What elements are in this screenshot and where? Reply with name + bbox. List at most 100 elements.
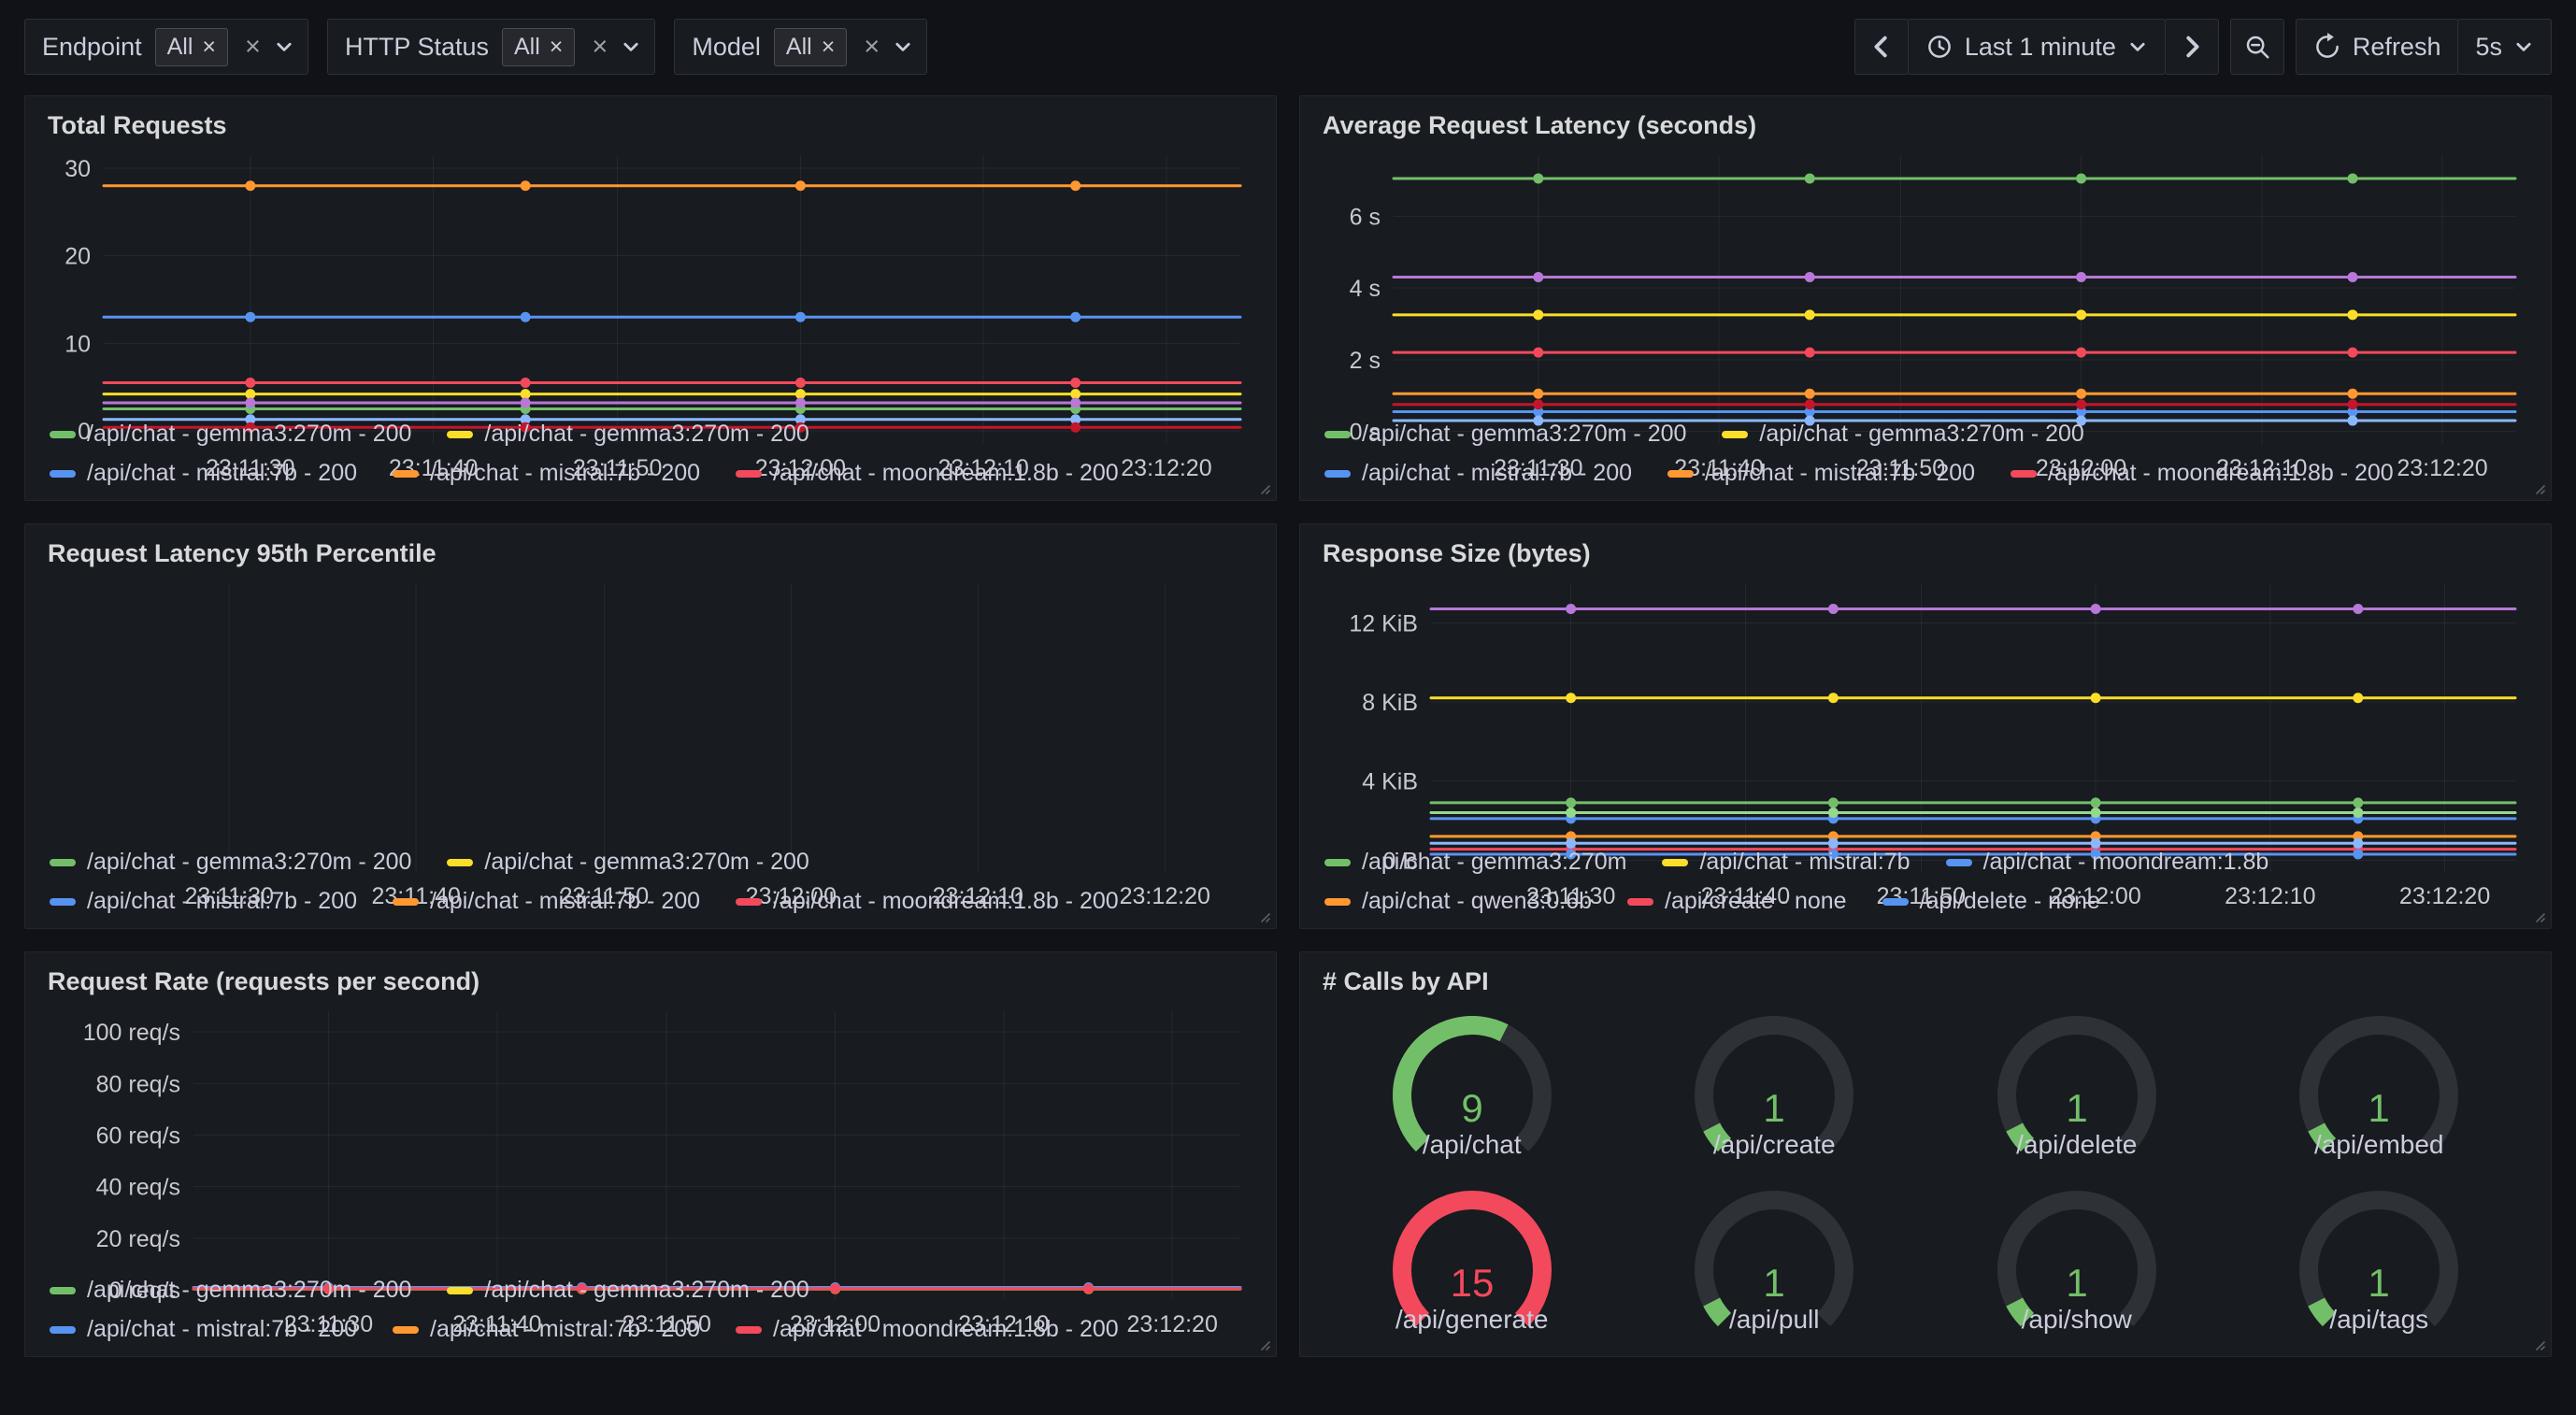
remove-filter-value-icon[interactable]: × xyxy=(822,34,836,61)
legend-item[interactable]: /api/chat - moondream:1.8b xyxy=(1946,849,2269,876)
gauge-grid: 9/api/chat1/api/create1/api/delete1/api/… xyxy=(1321,1000,2530,1349)
filter-endpoint[interactable]: Endpoint All × × xyxy=(24,19,308,75)
svg-text:60 req/s: 60 req/s xyxy=(96,1122,180,1149)
gauge-value: 15 xyxy=(1450,1261,1494,1305)
gauge-apitags: 1/api/tags xyxy=(2290,1189,2468,1335)
legend-item[interactable]: /api/chat - mistral:7b - 200 xyxy=(393,1316,700,1343)
panel-resize-handle[interactable] xyxy=(2531,908,2546,923)
chevron-right-icon xyxy=(2178,33,2206,61)
legend-item[interactable]: /api/chat - moondream:1.8b - 200 xyxy=(736,1316,1119,1343)
average-latency-chart[interactable]: 0 s2 s4 s6 s23:11:3023:11:4023:11:5023:1… xyxy=(1321,144,2530,407)
gauge-apigenerate: 15/api/generate xyxy=(1383,1189,1561,1335)
legend-item[interactable]: /api/chat - mistral:7b - 200 xyxy=(50,888,357,915)
chevron-down-icon[interactable] xyxy=(893,36,913,57)
chevron-down-icon[interactable] xyxy=(621,36,641,57)
legend-item[interactable]: /api/chat - moondream:1.8b - 200 xyxy=(736,460,1119,487)
legend-label: /api/chat - moondream:1.8b - 200 xyxy=(773,460,1119,487)
panel-total-requests: Total Requests 010203023:11:3023:11:4023… xyxy=(24,95,1277,501)
chevron-down-icon xyxy=(2127,36,2148,57)
clear-filter-icon[interactable]: × xyxy=(592,32,608,63)
panel-title[interactable]: Request Rate (requests per second) xyxy=(46,962,1255,1000)
legend-swatch-icon xyxy=(1722,431,1748,438)
total-requests-chart[interactable]: 010203023:11:3023:11:4023:11:5023:12:002… xyxy=(46,144,1255,407)
legend-item[interactable]: /api/chat - mistral:7b - 200 xyxy=(50,1316,357,1343)
legend-item[interactable]: /api/create - none xyxy=(1627,888,1847,915)
legend-item[interactable]: /api/chat - qwen3:0.6b xyxy=(1324,888,1592,915)
legend-item[interactable]: /api/chat - mistral:7b xyxy=(1662,849,1910,876)
filter-http-status[interactable]: HTTP Status All × × xyxy=(327,19,655,75)
gauge-apichat: 9/api/chat xyxy=(1383,1014,1561,1160)
filter-value-pill[interactable]: All × xyxy=(155,28,228,66)
legend-label: /api/chat - mistral:7b - 200 xyxy=(87,1316,357,1343)
legend-item[interactable]: /api/chat - gemma3:270m - 200 xyxy=(50,849,411,876)
panel-resize-handle[interactable] xyxy=(1256,480,1271,495)
legend-label: /api/chat - mistral:7b - 200 xyxy=(1705,460,1975,487)
gauge-label: /api/embed xyxy=(2314,1130,2444,1160)
time-shift-forward-button[interactable] xyxy=(2165,19,2219,75)
legend-item[interactable]: /api/chat - gemma3:270m - 200 xyxy=(1324,421,1686,448)
filter-model[interactable]: Model All × × xyxy=(674,19,927,75)
legend-item[interactable]: /api/chat - mistral:7b - 200 xyxy=(1324,460,1632,487)
legend-item[interactable]: /api/chat - gemma3:270m - 200 xyxy=(447,1277,809,1304)
legend-item[interactable]: /api/chat - gemma3:270m - 200 xyxy=(50,1277,411,1304)
panel-title[interactable]: Request Latency 95th Percentile xyxy=(46,534,1255,572)
refresh-interval-label: 5s xyxy=(2475,33,2502,62)
data-point xyxy=(1566,797,1576,808)
panel-title[interactable]: Average Request Latency (seconds) xyxy=(1321,106,2530,144)
gauge-label: /api/chat xyxy=(1423,1130,1522,1160)
clear-filter-icon[interactable]: × xyxy=(864,32,880,63)
legend-item[interactable]: /api/chat - gemma3:270m xyxy=(1324,849,1626,876)
grid-lines xyxy=(193,1011,1240,1300)
legend-swatch-icon xyxy=(2011,470,2037,478)
legend-label: /api/chat - moondream:1.8b xyxy=(1983,849,2269,876)
remove-filter-value-icon[interactable]: × xyxy=(550,34,564,61)
legend-item[interactable]: /api/chat - moondream:1.8b - 200 xyxy=(736,888,1119,915)
legend-item[interactable]: /api/chat - gemma3:270m - 200 xyxy=(447,421,809,448)
legend-item[interactable]: /api/chat - moondream:1.8b - 200 xyxy=(2011,460,2394,487)
chart-legend: /api/chat - gemma3:270m - 200/api/chat -… xyxy=(46,1263,1255,1349)
legend-swatch-icon xyxy=(447,431,473,438)
panel-title[interactable]: # Calls by API xyxy=(1321,962,2530,1000)
panel-title[interactable]: Total Requests xyxy=(46,106,1255,144)
legend-item[interactable]: /api/chat - gemma3:270m - 200 xyxy=(447,849,809,876)
legend-swatch-icon xyxy=(736,470,762,478)
data-point xyxy=(245,389,255,399)
panel-title[interactable]: Response Size (bytes) xyxy=(1321,534,2530,572)
legend-item[interactable]: /api/chat - mistral:7b - 200 xyxy=(393,460,700,487)
legend-swatch-icon xyxy=(1324,898,1351,906)
request-rate-chart[interactable]: 0 req/s20 req/s40 req/s60 req/s80 req/s1… xyxy=(46,1000,1255,1263)
series-lines xyxy=(1394,173,2515,425)
clear-filter-icon[interactable]: × xyxy=(245,32,261,63)
refresh-button[interactable]: Refresh xyxy=(2296,19,2459,75)
legend-swatch-icon xyxy=(50,898,76,906)
refresh-interval-button[interactable]: 5s xyxy=(2457,19,2552,75)
legend-item[interactable]: /api/chat - mistral:7b - 200 xyxy=(50,460,357,487)
filter-value-pill[interactable]: All × xyxy=(774,28,847,66)
response-size-chart[interactable]: 0 B4 KiB8 KiB12 KiB23:11:3023:11:4023:11… xyxy=(1321,572,2530,835)
legend-item[interactable]: /api/chat - mistral:7b - 200 xyxy=(1667,460,1975,487)
panel-resize-handle[interactable] xyxy=(1256,908,1271,923)
legend-item[interactable]: /api/chat - gemma3:270m - 200 xyxy=(50,421,411,448)
refresh-group: Refresh 5s xyxy=(2296,19,2552,75)
svg-text:6 s: 6 s xyxy=(1350,204,1381,230)
legend-item[interactable]: /api/chat - gemma3:270m - 200 xyxy=(1722,421,2083,448)
data-point xyxy=(2076,389,2086,399)
gauge-value: 1 xyxy=(2066,1086,2087,1130)
zoom-out-time-button[interactable] xyxy=(2230,19,2284,75)
legend-item[interactable]: /api/delete - none xyxy=(1882,888,2100,915)
panel-resize-handle[interactable] xyxy=(1256,1336,1271,1351)
panel-resize-handle[interactable] xyxy=(2531,1336,2546,1351)
filter-value-pill[interactable]: All × xyxy=(502,28,575,66)
chevron-down-icon[interactable] xyxy=(274,36,294,57)
panel-resize-handle[interactable] xyxy=(2531,480,2546,495)
data-point xyxy=(2091,797,2101,808)
legend-item[interactable]: /api/chat - mistral:7b - 200 xyxy=(393,888,700,915)
time-shift-back-button[interactable] xyxy=(1854,19,1909,75)
gauge-apiembed: 1/api/embed xyxy=(2290,1014,2468,1160)
time-range-picker-button[interactable]: Last 1 minute xyxy=(1908,19,2166,75)
data-point xyxy=(2348,173,2358,183)
latency-p95-chart[interactable]: 23:11:3023:11:4023:11:5023:12:0023:12:10… xyxy=(46,572,1255,835)
remove-filter-value-icon[interactable]: × xyxy=(202,34,216,61)
legend-label: /api/chat - gemma3:270m xyxy=(1362,849,1626,876)
data-point xyxy=(1533,272,1543,282)
